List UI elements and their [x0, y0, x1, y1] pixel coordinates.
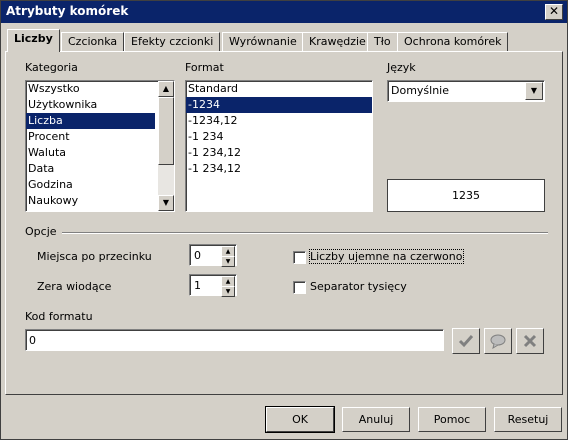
- language-label: Język: [387, 61, 416, 74]
- negative-red-checkbox[interactable]: [293, 251, 306, 264]
- list-item[interactable]: Standard: [186, 81, 372, 97]
- button-label: Resetuj: [507, 413, 549, 426]
- list-item[interactable]: -1 234,12: [186, 145, 372, 161]
- leading-zeros-label: Zera wiodące: [37, 280, 112, 293]
- delete-button[interactable]: [516, 328, 544, 354]
- thousands-separator-label[interactable]: Separator tysięcy: [310, 280, 407, 293]
- tab-wyrownanie[interactable]: Wyrównanie: [222, 32, 304, 51]
- button-label: OK: [292, 413, 308, 426]
- tab-efekty-czcionki[interactable]: Efekty czcionki: [124, 32, 221, 51]
- list-item[interactable]: -1234,12: [186, 113, 372, 129]
- close-icon: ✕: [548, 4, 560, 18]
- delete-x-icon: [523, 334, 537, 348]
- list-item-selected[interactable]: Liczba: [26, 113, 155, 129]
- format-preview: 1235: [387, 179, 545, 212]
- list-item-selected[interactable]: -1234: [186, 97, 372, 113]
- tab-label: Efekty czcionki: [131, 35, 214, 48]
- options-label: Opcje: [25, 225, 57, 238]
- list-item[interactable]: -1 234,12: [186, 161, 372, 177]
- preview-value: 1235: [452, 189, 480, 202]
- tab-label: Krawędzie: [309, 35, 366, 48]
- format-label: Format: [185, 61, 224, 74]
- scroll-down-icon[interactable]: ▼: [158, 195, 174, 211]
- list-item[interactable]: Procent: [26, 129, 174, 145]
- scroll-thumb[interactable]: [158, 97, 174, 165]
- language-value: Domyślnie: [391, 84, 450, 97]
- negative-red-label[interactable]: Liczby ujemne na czerwono: [309, 249, 464, 264]
- language-dropdown[interactable]: Domyślnie ▼: [387, 80, 545, 102]
- spin-down-icon[interactable]: ▼: [221, 256, 235, 267]
- tab-label: Liczby: [14, 32, 53, 45]
- leading-zeros-spinner[interactable]: 1 ▲ ▼: [189, 274, 237, 297]
- chevron-down-icon[interactable]: ▼: [525, 82, 543, 100]
- decimal-places-label: Miejsca po przecinku: [37, 250, 152, 263]
- checkmark-icon: [458, 335, 474, 348]
- category-scrollbar[interactable]: ▲ ▼: [158, 81, 174, 211]
- tab-label: Ochrona komórek: [404, 35, 502, 48]
- list-item[interactable]: Godzina: [26, 177, 174, 193]
- list-item[interactable]: -1 234: [186, 129, 372, 145]
- accept-button[interactable]: [452, 328, 480, 354]
- list-item[interactable]: Naukowy: [26, 193, 174, 209]
- format-code-value: 0: [29, 334, 36, 347]
- comment-button[interactable]: [484, 328, 512, 354]
- tab-czcionka[interactable]: Czcionka: [61, 32, 125, 51]
- tab-liczby[interactable]: Liczby: [7, 29, 60, 52]
- help-button[interactable]: Pomoc: [418, 407, 486, 432]
- list-item[interactable]: Waluta: [26, 145, 174, 161]
- format-code-input[interactable]: 0: [25, 329, 444, 351]
- tab-label: Wyrównanie: [229, 35, 297, 48]
- tab-panel-liczby: Kategoria Wszystko Użytkownika Liczba Pr…: [5, 51, 563, 395]
- dialog-window: Atrybuty komórek ✕ Liczby Czcionka Efekt…: [0, 0, 568, 440]
- ok-button[interactable]: OK: [265, 406, 335, 433]
- tab-krawedzie[interactable]: Krawędzie: [302, 32, 373, 51]
- format-code-label: Kod formatu: [25, 310, 93, 323]
- title-bar: Atrybuty komórek ✕: [1, 1, 567, 23]
- format-listbox[interactable]: Standard -1234 -1234,12 -1 234 -1 234,12…: [185, 80, 373, 212]
- list-item[interactable]: Data: [26, 161, 174, 177]
- tab-label: Czcionka: [68, 35, 118, 48]
- leading-zeros-value: 1: [194, 279, 201, 292]
- decimal-places-value: 0: [194, 249, 201, 262]
- button-label: Anuluj: [358, 413, 394, 426]
- tab-tlo[interactable]: Tło: [367, 32, 398, 51]
- list-item[interactable]: Użytkownika: [26, 97, 174, 113]
- options-separator: [62, 232, 548, 234]
- tab-label: Tło: [374, 35, 391, 48]
- button-label: Pomoc: [433, 413, 471, 426]
- dialog-title: Atrybuty komórek: [6, 4, 129, 18]
- close-button[interactable]: ✕: [545, 4, 563, 20]
- comment-icon: [490, 334, 506, 349]
- cancel-button[interactable]: Anuluj: [342, 407, 410, 432]
- category-label: Kategoria: [25, 61, 78, 74]
- category-listbox[interactable]: Wszystko Użytkownika Liczba Procent Walu…: [25, 80, 175, 212]
- spin-down-icon[interactable]: ▼: [221, 286, 235, 297]
- reset-button[interactable]: Resetuj: [494, 407, 562, 432]
- list-item[interactable]: Wszystko: [26, 81, 174, 97]
- scroll-up-icon[interactable]: ▲: [158, 81, 174, 97]
- decimal-places-spinner[interactable]: 0 ▲ ▼: [189, 244, 237, 267]
- tab-bar: Liczby Czcionka Efekty czcionki Wyrównan…: [5, 29, 565, 52]
- thousands-separator-checkbox[interactable]: [293, 281, 306, 294]
- tab-ochrona-komorek[interactable]: Ochrona komórek: [397, 32, 509, 51]
